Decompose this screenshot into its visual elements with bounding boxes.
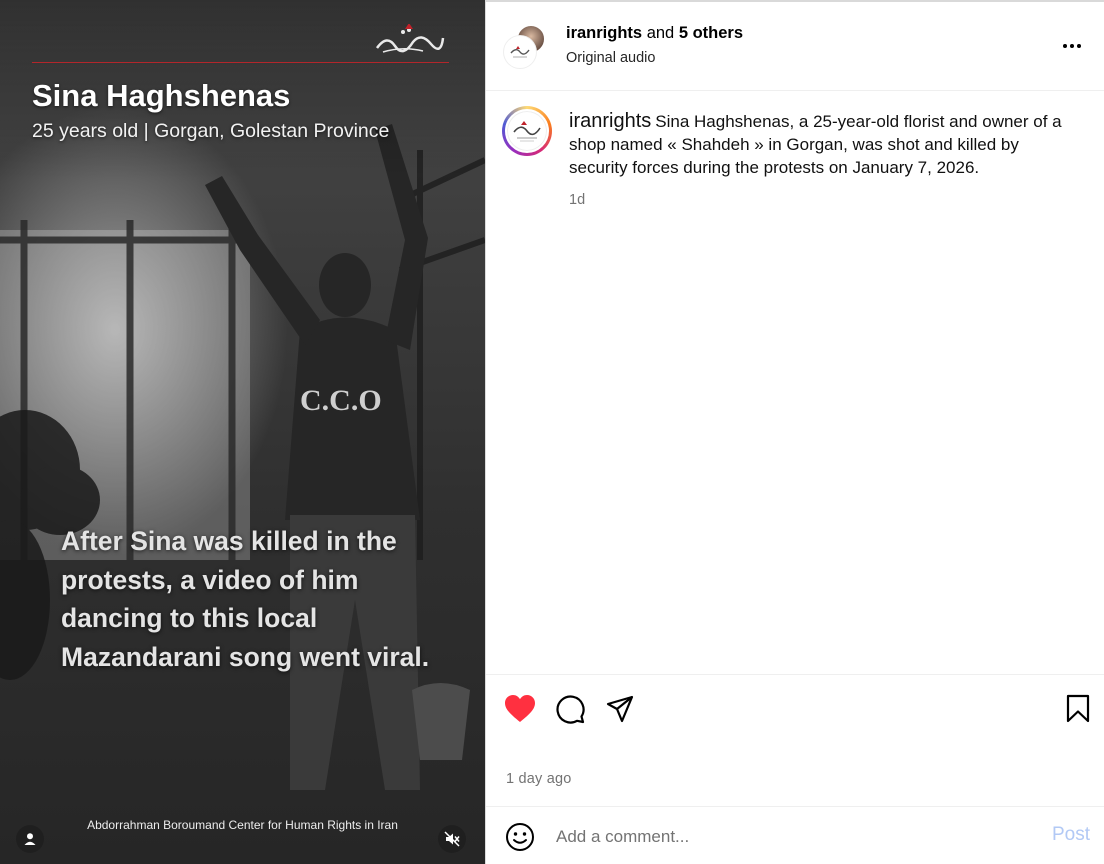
video-caption: After Sina was killed in the protests, a… bbox=[61, 526, 430, 672]
speaker-muted-icon bbox=[444, 831, 460, 847]
caption-text: iranrights Sina Haghshenas, a 25-year-old… bbox=[569, 110, 1079, 179]
caption-username[interactable]: iranrights bbox=[569, 110, 651, 132]
reel-video[interactable]: C.C.O Sina Haghshenas 25 years old | Gor… bbox=[0, 0, 485, 864]
action-bar bbox=[486, 674, 1104, 744]
more-options-icon bbox=[1063, 44, 1067, 48]
caption-timestamp[interactable]: 1d bbox=[569, 192, 585, 208]
share-button[interactable] bbox=[602, 691, 638, 727]
video-title: Sina Haghshenas bbox=[32, 78, 291, 113]
original-audio-link[interactable]: Original audio bbox=[566, 50, 655, 66]
comment-icon bbox=[556, 695, 585, 724]
person-icon bbox=[24, 833, 36, 845]
collab-avatars[interactable] bbox=[504, 24, 548, 68]
title-divider bbox=[32, 62, 449, 63]
more-options-button[interactable] bbox=[1058, 34, 1086, 58]
bookmark-icon bbox=[1066, 694, 1090, 723]
others-link[interactable]: 5 others bbox=[679, 24, 743, 42]
post-panel: iranrights and 5 others Original audio i… bbox=[485, 0, 1104, 864]
like-button[interactable] bbox=[502, 691, 538, 727]
video-subtitle: 25 years old | Gorgan, Golestan Province bbox=[32, 120, 390, 142]
tagged-users-button[interactable] bbox=[16, 825, 44, 853]
svg-text:C.C.O: C.C.O bbox=[300, 384, 382, 417]
avatar bbox=[504, 36, 536, 68]
comment-input[interactable] bbox=[556, 821, 996, 853]
heart-filled-icon bbox=[505, 695, 535, 722]
caption-avatar[interactable] bbox=[502, 106, 552, 156]
emoji-button[interactable] bbox=[504, 821, 536, 853]
author-username[interactable]: iranrights bbox=[566, 24, 642, 42]
post-comment-button[interactable]: Post bbox=[1052, 824, 1090, 846]
save-button[interactable] bbox=[1060, 691, 1096, 727]
post-header: iranrights and 5 others Original audio bbox=[486, 0, 1104, 91]
emoji-icon bbox=[506, 823, 534, 851]
post-author: iranrights and 5 others bbox=[566, 24, 743, 43]
comment-bar: Post bbox=[486, 806, 1104, 864]
video-credit: Abdorrahman Boroumand Center for Human R… bbox=[87, 818, 398, 832]
post-timestamp[interactable]: 1 day ago bbox=[506, 771, 572, 787]
persian-calligraphy-logo bbox=[373, 23, 445, 61]
mute-toggle-button[interactable] bbox=[438, 825, 466, 853]
and-text: and bbox=[646, 24, 675, 42]
comment-button[interactable] bbox=[552, 691, 588, 727]
send-icon bbox=[606, 695, 634, 723]
